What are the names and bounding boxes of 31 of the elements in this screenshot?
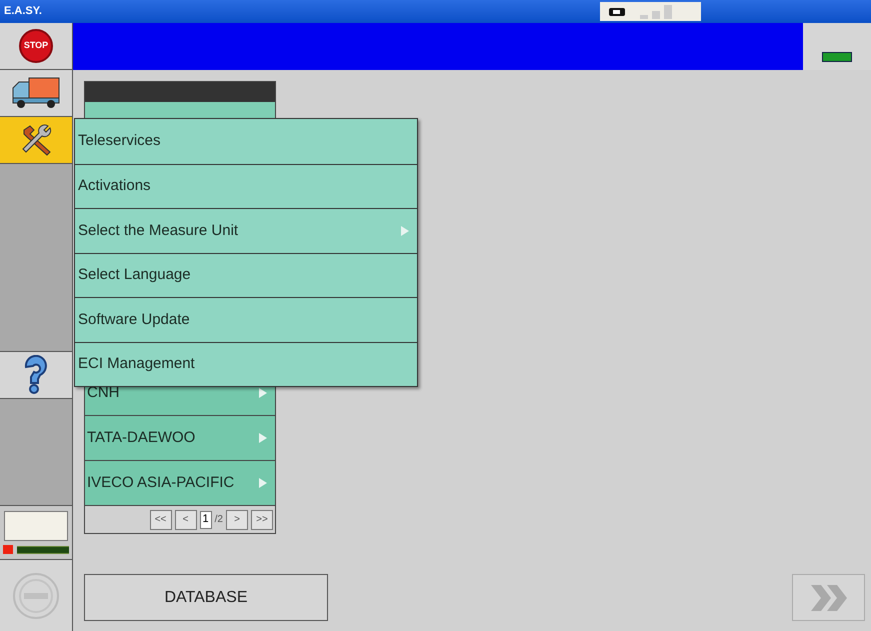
list-item[interactable]: IVECO ASIA-PACIFIC bbox=[85, 460, 275, 505]
menu-item[interactable]: ECI Management bbox=[75, 342, 417, 386]
menu-item[interactable]: Activations bbox=[75, 164, 417, 208]
page-number-field[interactable]: 1 bbox=[200, 510, 212, 528]
arrow-icon bbox=[259, 478, 267, 488]
stop-label: STOP bbox=[24, 39, 48, 52]
window-title: E.A.SY. bbox=[4, 4, 42, 20]
arrow-icon bbox=[401, 226, 409, 236]
question-mark-icon bbox=[22, 355, 50, 395]
sidebar-button[interactable] bbox=[0, 117, 72, 164]
sidebar-button[interactable]: STOP bbox=[0, 23, 72, 70]
first-page-button[interactable]: << bbox=[150, 510, 172, 530]
truck-icon bbox=[11, 76, 61, 110]
menu-item[interactable]: Select Language bbox=[75, 252, 417, 297]
arrow-icon bbox=[259, 433, 267, 443]
database-button[interactable]: DATABASE bbox=[84, 574, 328, 621]
page-total: /2 bbox=[214, 513, 223, 527]
menu-item[interactable]: Teleservices bbox=[75, 119, 417, 164]
list-item[interactable]: TATA-DAEWOO bbox=[85, 415, 275, 460]
disc-icon bbox=[12, 572, 60, 620]
menu-item[interactable]: Software Update bbox=[75, 297, 417, 342]
sidebar-button[interactable] bbox=[0, 70, 72, 117]
battery-icon bbox=[608, 6, 626, 16]
next-page-button[interactable]: > bbox=[226, 510, 248, 530]
last-page-button[interactable]: >> bbox=[251, 510, 273, 530]
status-indicator-icon bbox=[822, 52, 852, 62]
menu-item[interactable]: Select the Measure Unit bbox=[75, 208, 417, 252]
sidebar-button[interactable] bbox=[0, 352, 72, 399]
previous-page-button[interactable]: < bbox=[174, 510, 197, 530]
double-chevron-icon bbox=[808, 582, 848, 612]
arrow-icon bbox=[259, 388, 267, 398]
